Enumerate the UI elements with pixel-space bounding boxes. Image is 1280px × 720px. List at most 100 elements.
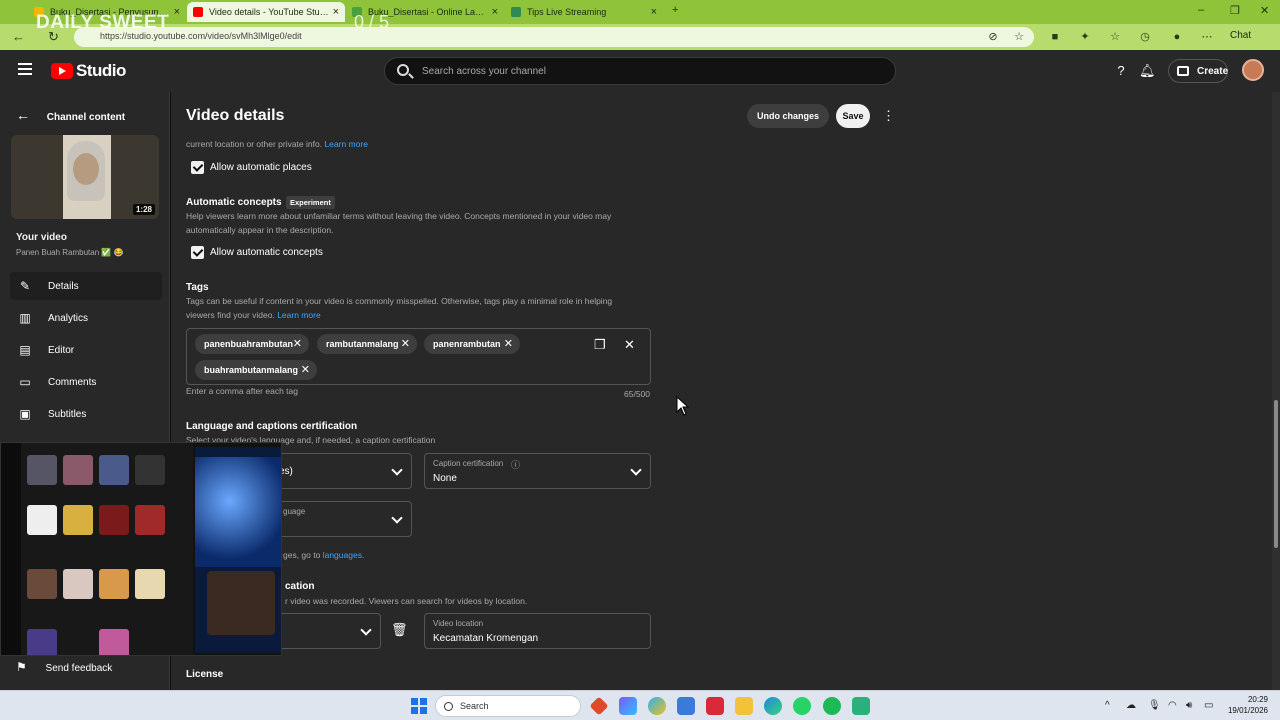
album-art[interactable] (99, 629, 129, 655)
clear-tags-icon[interactable]: ✕ (624, 337, 635, 353)
album-art[interactable] (135, 569, 165, 599)
volume-icon[interactable]: 🔊︎ (1186, 700, 1192, 711)
close-tab-icon[interactable]: × (651, 6, 657, 18)
save-button[interactable]: Save (836, 104, 870, 128)
more-options-icon[interactable]: ⋮ (882, 108, 895, 124)
help-icon[interactable]: ? (1113, 63, 1129, 79)
camera-plus-icon (1177, 66, 1189, 76)
main-scrollbar[interactable] (1272, 92, 1280, 690)
youtube-logo-icon (51, 63, 73, 79)
minimize-icon[interactable]: – (1198, 4, 1204, 16)
bookmark-star-icon[interactable]: ☆ (1012, 30, 1026, 44)
learn-more-link[interactable]: Learn more (324, 139, 367, 149)
account-avatar[interactable] (1242, 59, 1264, 81)
video-thumbnail[interactable]: 1:28 (11, 135, 159, 219)
close-window-icon[interactable]: ✕ (1260, 4, 1269, 17)
close-tab-icon[interactable]: × (333, 6, 339, 18)
edge-icon[interactable] (764, 697, 782, 715)
channel-content-back-link[interactable]: ← Channel content (16, 107, 125, 123)
tags-learn-more-link[interactable]: Learn more (277, 310, 320, 320)
taskbar-search-input[interactable]: Search (435, 695, 581, 717)
notifications-bell-icon[interactable]: 🔔︎ (1139, 63, 1156, 79)
copilot-icon[interactable] (619, 697, 637, 715)
remove-tag-icon[interactable]: ✕ (301, 363, 310, 376)
favorites-icon[interactable]: ☆ (1108, 30, 1122, 44)
scrollbar-thumb[interactable] (1274, 400, 1278, 548)
close-tab-icon[interactable]: × (492, 6, 498, 18)
file-explorer-icon[interactable] (735, 697, 753, 715)
maximize-icon[interactable]: ❐ (1230, 4, 1240, 17)
history-icon[interactable]: ◷ (1138, 30, 1152, 44)
language-captions-heading: Language and captions certification (186, 421, 358, 432)
album-art[interactable] (135, 455, 165, 485)
undo-changes-button[interactable]: Undo changes (747, 104, 829, 128)
close-tab-icon[interactable]: × (174, 6, 180, 18)
create-button[interactable]: Create (1168, 59, 1228, 83)
sidebar-item-analytics[interactable]: ▥ Analytics (10, 304, 162, 332)
address-bar[interactable]: https://studio.youtube.com/video/svMh3lM… (74, 27, 1034, 47)
delete-icon[interactable]: 🗑︎ (391, 622, 408, 638)
spotify-icon[interactable] (823, 697, 841, 715)
album-art[interactable] (99, 505, 129, 535)
extensions-puzzle-icon[interactable]: ✦ (1078, 30, 1092, 44)
whatsapp-icon[interactable] (793, 697, 811, 715)
onedrive-icon[interactable]: ☁ (1126, 700, 1136, 711)
back-icon[interactable]: ← (12, 29, 25, 44)
browser-tab-4[interactable]: Tips Live Streaming × (505, 2, 663, 22)
chrome-like-icon[interactable] (648, 697, 666, 715)
browser-toolbar: ← ↻ https://studio.youtube.com/video/svM… (0, 24, 1280, 50)
album-art[interactable] (99, 569, 129, 599)
tags-input[interactable]: panenbuahrambutan ✕ rambutanmalang ✕ pan… (186, 328, 651, 385)
album-art[interactable] (27, 629, 57, 655)
system-clock[interactable]: 20:29 19/01/2026 (1226, 694, 1268, 716)
microphone-icon[interactable]: 🎙︎ (1148, 700, 1161, 711)
youtube-favicon-icon (193, 7, 203, 17)
new-tab-icon[interactable]: + (672, 4, 678, 16)
album-art[interactable] (27, 505, 57, 535)
allow-automatic-places-checkbox[interactable] (191, 161, 204, 174)
more-menu-icon[interactable]: ⋯ (1200, 30, 1214, 44)
hamburger-menu-icon[interactable] (18, 63, 32, 75)
tracking-icon[interactable]: ⊘ (986, 30, 1000, 44)
sidebar-item-comments[interactable]: ▭ Comments (10, 368, 162, 396)
wps-icon[interactable] (706, 697, 724, 715)
languages-note: ges, go to languages. (283, 550, 365, 560)
caption-certification-select[interactable]: Caption certification ⓘ None (424, 453, 651, 489)
album-art[interactable] (99, 455, 129, 485)
info-icon[interactable]: ⓘ (511, 458, 520, 471)
windows-taskbar: Search ^ ☁ 🎙︎ ◠ 🔊︎ ▭ 20:29 19/01/2026 (0, 690, 1280, 720)
battery-icon[interactable]: ▭ (1204, 700, 1213, 711)
windows-start-icon[interactable] (411, 698, 427, 714)
album-art[interactable] (63, 505, 93, 535)
languages-link[interactable]: languages. (323, 550, 365, 560)
sidebar-item-subtitles[interactable]: ▣ Subtitles (10, 400, 162, 428)
store-icon[interactable] (677, 697, 695, 715)
remove-tag-icon[interactable]: ✕ (504, 337, 513, 350)
channel-search-input[interactable]: Search across your channel (384, 57, 896, 85)
copilot-chat-button[interactable]: Chat (1230, 30, 1251, 41)
app-icon[interactable] (852, 697, 870, 715)
album-art[interactable] (135, 505, 165, 535)
profile-icon[interactable]: ● (1170, 30, 1184, 44)
copy-tags-icon[interactable]: ❐ (594, 337, 606, 353)
browser-tab-2[interactable]: Video details - YouTube Studio × (187, 2, 345, 22)
album-art[interactable] (27, 569, 57, 599)
remove-tag-icon[interactable]: ✕ (401, 337, 410, 350)
send-feedback-link[interactable]: ⚑ Send feedback (16, 660, 112, 674)
album-art[interactable] (63, 569, 93, 599)
sidebar-item-details[interactable]: ✎ Details (10, 272, 162, 300)
remove-tag-icon[interactable]: ✕ (293, 337, 302, 350)
thumbnail-face (73, 153, 99, 185)
wifi-icon[interactable]: ◠ (1168, 700, 1177, 711)
video-location-input[interactable]: Video location Kecamatan Kromengan (424, 613, 651, 649)
allow-automatic-concepts-checkbox[interactable] (191, 246, 204, 259)
album-art[interactable] (27, 455, 57, 485)
tray-overflow-icon[interactable]: ^ (1105, 700, 1110, 711)
extension-icon[interactable]: ■ (1048, 30, 1062, 44)
studio-logo[interactable]: Studio (51, 61, 126, 81)
music-player-overlay[interactable] (0, 442, 282, 656)
recording-date-select[interactable] (271, 613, 381, 649)
app-icon[interactable] (589, 696, 609, 716)
album-art[interactable] (63, 455, 93, 485)
sidebar-item-editor[interactable]: ▤ Editor (10, 336, 162, 364)
